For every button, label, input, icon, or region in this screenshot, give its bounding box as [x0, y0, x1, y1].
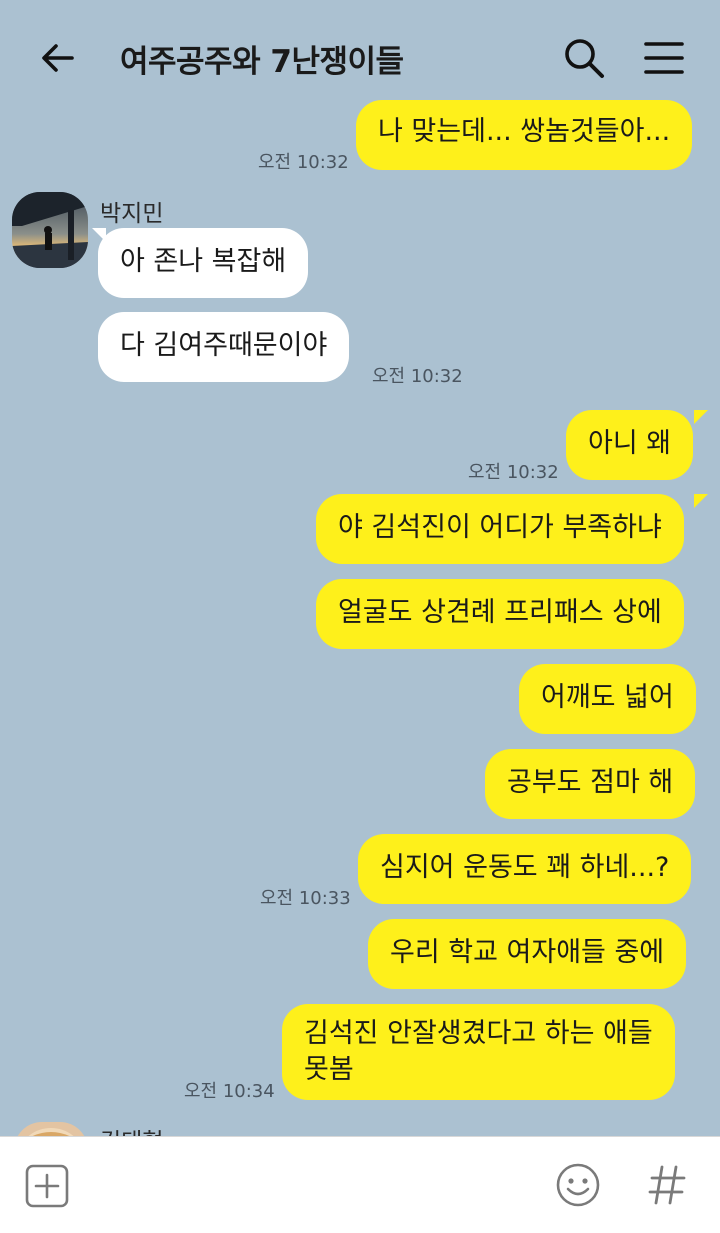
message-text: 김석진 안잘생겼다고 하는 애들 [304, 1018, 653, 1049]
my-message-bubble[interactable]: 야 김석진이 어디가 부족하냐 [316, 494, 684, 564]
message-time: 오전 10:32 [258, 152, 349, 173]
message-time: 오전 10:32 [372, 366, 463, 387]
their-message-bubble[interactable]: 아 존나 복잡해 [98, 228, 309, 298]
bubble-tail [694, 410, 708, 424]
message-time: 오전 10:32 [468, 462, 559, 483]
their-message-bubble[interactable]: 다 김여주때문이야 [98, 312, 350, 382]
back-arrow-icon [42, 44, 74, 72]
message-time: 오전 10:33 [260, 888, 351, 909]
menu-button[interactable] [640, 34, 688, 82]
my-message-bubble[interactable]: 나 맞는데... 쌍놈것들아... [356, 100, 693, 170]
bubble-tail [694, 494, 708, 508]
message-text: 아 존나 복잡해 [120, 246, 287, 277]
attach-button[interactable] [24, 1163, 70, 1209]
sender-name: 박지민 [100, 201, 164, 227]
search-icon [565, 39, 604, 78]
message-text: 공부도 점마 해 [507, 767, 674, 798]
chat-title: 여주공주와 7난쟁이들 [120, 44, 404, 80]
emoji-icon [556, 1163, 600, 1207]
menu-icon [644, 42, 684, 74]
hashtag-button[interactable] [646, 1161, 690, 1209]
message-text: 못봄 [304, 1054, 354, 1085]
my-message-bubble[interactable]: 심지어 운동도 꽤 하네...? [358, 834, 692, 904]
message-text: 야 김석진이 어디가 부족하냐 [338, 512, 662, 543]
my-message-bubble[interactable]: 아니 왜 [566, 410, 694, 480]
my-message-bubble[interactable]: 어깨도 넓어 [519, 664, 696, 734]
message-text: 우리 학교 여자애들 중에 [390, 937, 665, 968]
hashtag-icon [648, 1165, 686, 1205]
my-message-bubble[interactable]: 얼굴도 상견례 프리패스 상에 [316, 579, 684, 649]
message-list[interactable]: 나 맞는데... 쌍놈것들아... 오전 10:32 박지민 아 존나 복잡해 [0, 100, 720, 1136]
message-text: 다 김여주때문이야 [120, 330, 328, 361]
message-time: 오전 10:34 [184, 1081, 275, 1102]
avatar-park-jimin[interactable] [12, 192, 88, 268]
avatar-kim-taehyung[interactable] [14, 1122, 88, 1136]
input-bar [0, 1136, 720, 1233]
message-text: 나 맞는데... 쌍놈것들아... [378, 116, 671, 147]
emoji-button[interactable] [554, 1161, 602, 1209]
message-text: 어깨도 넓어 [541, 682, 674, 713]
avatar-image [14, 1122, 88, 1136]
message-text: 얼굴도 상견례 프리패스 상에 [338, 597, 662, 628]
plus-icon [25, 1164, 69, 1208]
avatar-image [12, 192, 88, 268]
my-message-bubble[interactable]: 우리 학교 여자애들 중에 [368, 919, 687, 989]
message-text: 심지어 운동도 꽤 하네...? [380, 852, 670, 883]
sender-name: 김태형 [100, 1122, 163, 1136]
my-message-bubble[interactable]: 김석진 안잘생겼다고 하는 애들 못봄 [282, 1004, 675, 1100]
back-button[interactable] [36, 36, 80, 80]
chat-header: 여주공주와 7난쟁이들 [0, 0, 720, 112]
search-button[interactable] [560, 34, 608, 82]
my-message-bubble[interactable]: 공부도 점마 해 [485, 749, 696, 819]
message-text: 아니 왜 [588, 428, 672, 459]
